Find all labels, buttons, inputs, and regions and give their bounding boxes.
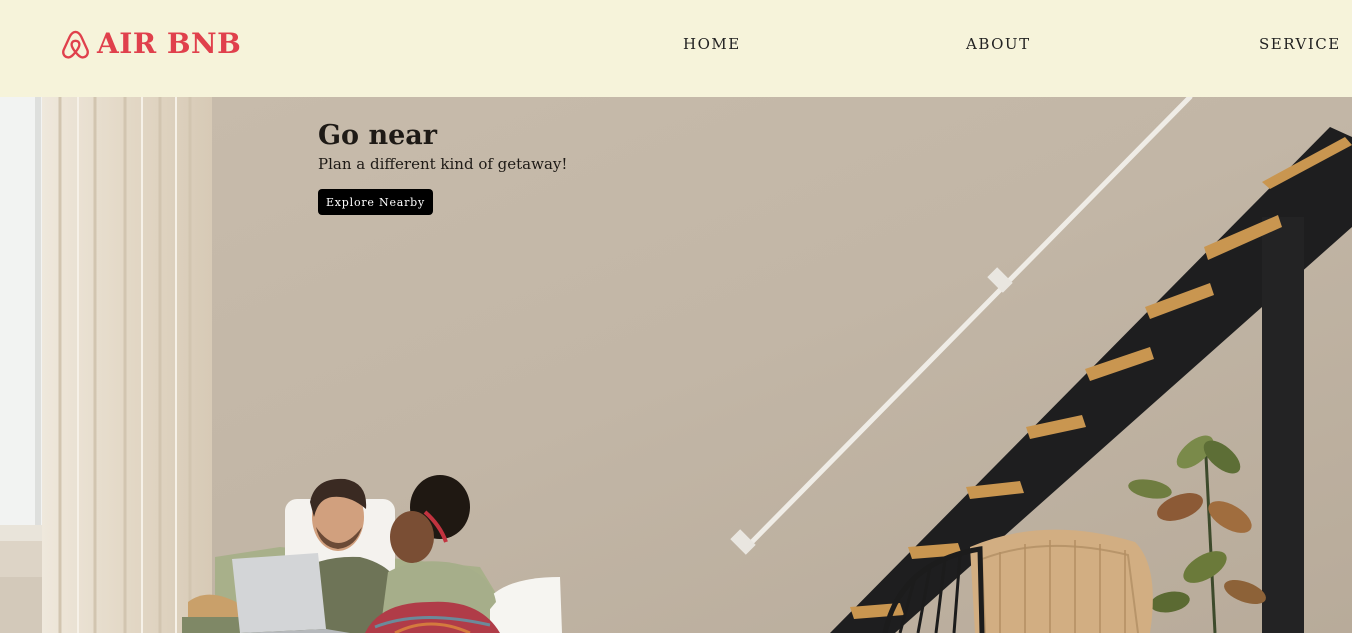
nav-service[interactable]: SERVICE (1259, 35, 1341, 53)
brand-logo[interactable]: AIR BNB (60, 27, 241, 61)
hero-title: Go near (318, 120, 437, 151)
hero-subtitle: Plan a different kind of getaway! (318, 155, 568, 173)
navbar: AIR BNB HOME ABOUT SERVICE (0, 0, 1352, 97)
nav-home[interactable]: HOME (683, 35, 741, 53)
explore-nearby-button[interactable]: Explore Nearby (318, 189, 433, 215)
nav-about[interactable]: ABOUT (966, 35, 1031, 53)
hero-section: Go near Plan a different kind of getaway… (0, 97, 1352, 633)
hero-background-photo (0, 97, 1352, 633)
brand-name: AIR BNB (97, 27, 242, 60)
airbnb-logo-icon (60, 28, 91, 61)
